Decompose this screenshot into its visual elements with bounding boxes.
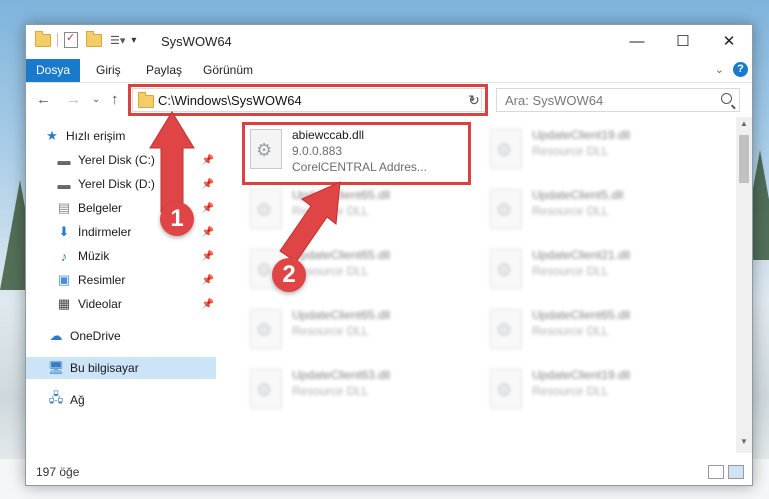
step-1-badge: 1 [160, 202, 194, 236]
arrow-2 [279, 181, 341, 263]
arrow-1 [149, 111, 195, 213]
step-2-badge: 2 [272, 258, 306, 292]
annotation-arrows [149, 111, 341, 263]
